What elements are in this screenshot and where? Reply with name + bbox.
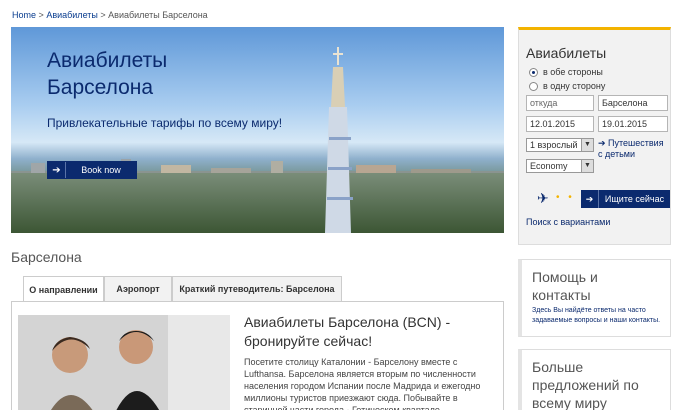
breadcrumb-separator: > bbox=[100, 10, 106, 20]
article-title: Авиабилеты Барселона (BCN) - бронируйте … bbox=[244, 314, 451, 349]
help-text[interactable]: Здесь Вы найдёте ответы на часто задавае… bbox=[532, 306, 672, 326]
airplane-icon: ✈ bbox=[537, 190, 549, 206]
search-now-button[interactable]: ➔ Ищите сейчас bbox=[581, 190, 670, 208]
trip-oneway-label: в одну сторону bbox=[543, 81, 606, 91]
progress-dots-icon: • • bbox=[556, 192, 575, 203]
section-title: Барселона bbox=[11, 249, 82, 265]
radio-roundtrip[interactable] bbox=[529, 67, 538, 77]
help-title-line1: Помощь и bbox=[532, 269, 598, 285]
breadcrumb-flights[interactable]: Авиабилеты bbox=[46, 10, 98, 20]
help-contacts-panel[interactable]: Помощь и контакты Здесь Вы найдёте ответ… bbox=[518, 259, 671, 337]
tab-bar: О направлении Аэропорт Краткий путеводит… bbox=[11, 276, 504, 302]
search-variants-link[interactable]: Поиск с вариантами bbox=[526, 217, 610, 227]
link-arrow-icon: ➔ bbox=[598, 138, 609, 148]
breadcrumb-current: Авиабилеты Барселона bbox=[108, 10, 208, 20]
breadcrumb-home[interactable]: Home bbox=[12, 10, 36, 20]
help-title: Помощь и контакты bbox=[532, 268, 598, 304]
radio-oneway[interactable] bbox=[529, 81, 538, 91]
from-input[interactable]: откуда bbox=[526, 95, 594, 111]
book-now-button[interactable]: ➔ Book now bbox=[47, 161, 137, 179]
hero-banner: Авиабилеты Барселона Привлекательные тар… bbox=[11, 27, 504, 233]
to-input[interactable]: Барселона bbox=[598, 95, 668, 111]
trip-roundtrip-option[interactable]: в обе стороны bbox=[529, 67, 603, 77]
more-offers-title: Больше предложений по всему миру bbox=[532, 359, 639, 410]
page: Home > Авиабилеты > Авиабилеты Барселона bbox=[0, 0, 685, 410]
depart-date-input[interactable]: 12.01.2015 bbox=[526, 116, 594, 132]
breadcrumb: Home > Авиабилеты > Авиабилеты Барселона bbox=[12, 10, 208, 20]
trip-roundtrip-label: в обе стороны bbox=[543, 67, 603, 77]
tab-destination[interactable]: О направлении bbox=[23, 276, 104, 302]
help-title-line2: контакты bbox=[532, 287, 591, 303]
flight-search-panel: Авиабилеты в обе стороны в одну сторону bbox=[518, 27, 671, 245]
passengers-value: 1 взрослый bbox=[530, 140, 578, 150]
kids-travel-label: Путешествия с детьми bbox=[598, 138, 664, 159]
arrow-right-icon: ➔ bbox=[48, 162, 66, 178]
couple-photo bbox=[18, 315, 230, 410]
cabin-select[interactable]: Economy ▼ bbox=[526, 159, 594, 173]
chevron-down-icon: ▼ bbox=[581, 139, 593, 151]
tab-city-guide[interactable]: Краткий путеводитель: Барселона bbox=[172, 276, 342, 301]
breadcrumb-separator: > bbox=[38, 10, 44, 20]
kids-travel-link[interactable]: ➔ Путешествия с детьми bbox=[598, 138, 670, 160]
more-offers-panel[interactable]: Больше предложений по всему миру bbox=[518, 349, 671, 410]
chevron-down-icon: ▼ bbox=[581, 160, 593, 172]
hero-title-line2: Барселона bbox=[47, 76, 154, 99]
park-foreground-image bbox=[11, 173, 504, 233]
book-now-label: Book now bbox=[81, 165, 121, 175]
article-text: Посетите столицу Каталонии - Барселону в… bbox=[244, 357, 481, 410]
arrow-right-icon: ➔ bbox=[581, 190, 599, 208]
return-date-input[interactable]: 19.01.2015 bbox=[598, 116, 668, 132]
flight-search-title: Авиабилеты bbox=[526, 45, 607, 61]
cabin-value: Economy bbox=[530, 161, 568, 171]
hero-tagline: Привлекательные тарифы по всему миру! bbox=[47, 116, 283, 130]
search-now-label: Ищите сейчас bbox=[604, 194, 665, 204]
tab-airport[interactable]: Аэропорт bbox=[104, 276, 172, 301]
trip-oneway-option[interactable]: в одну сторону bbox=[529, 81, 605, 91]
hero-title-line1: Авиабилеты bbox=[47, 49, 168, 72]
passengers-select[interactable]: 1 взрослый ▼ bbox=[526, 138, 594, 152]
hero-title: Авиабилеты Барселона bbox=[47, 47, 167, 101]
tower-image bbox=[325, 47, 353, 233]
